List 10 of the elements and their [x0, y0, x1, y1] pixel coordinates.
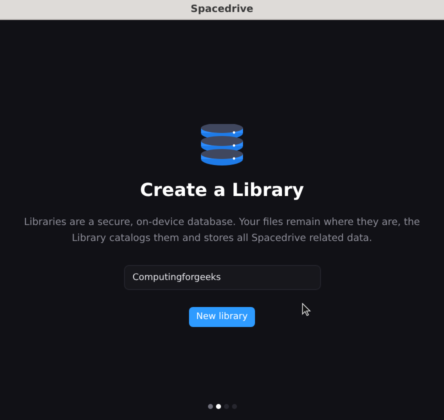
- description-text: Libraries are a secure, on-device database. Your files remain where they are, the Library catalogs them and stores all Spacedrive related data.: [23, 216, 421, 246]
- window-title: Spacedrive: [190, 4, 254, 15]
- page-heading: Create a Library: [140, 180, 304, 201]
- mouse-pointer-icon: [302, 303, 311, 316]
- page-dot[interactable]: [224, 404, 228, 409]
- library-name-field[interactable]: Computingforgeeks: [124, 265, 320, 290]
- page-dot[interactable]: [232, 404, 236, 409]
- page-dot[interactable]: [216, 404, 220, 409]
- page-dot[interactable]: [208, 404, 212, 409]
- database-icon: [200, 124, 244, 166]
